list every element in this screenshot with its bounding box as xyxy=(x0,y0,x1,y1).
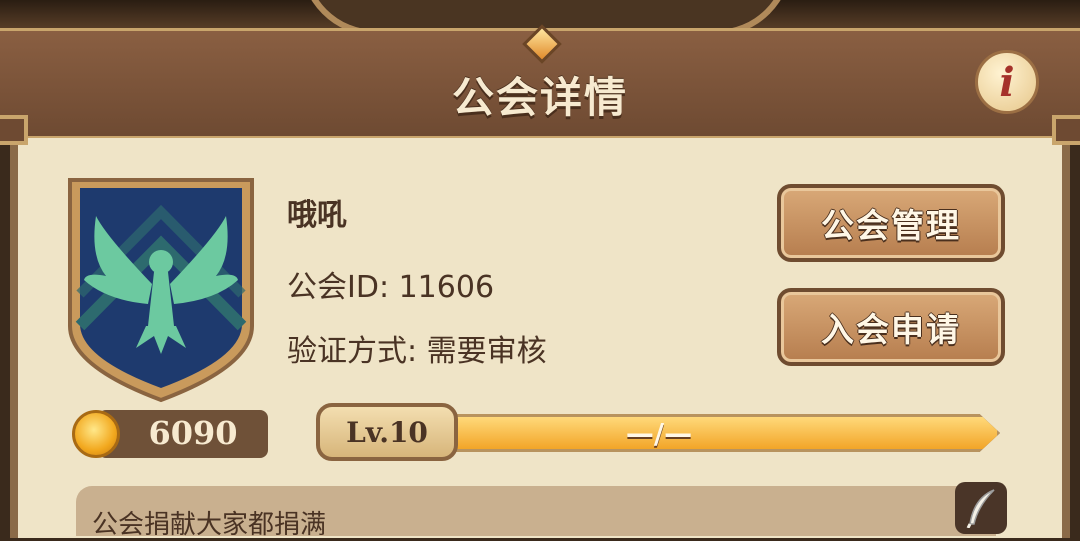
quill-edit-icon[interactable] xyxy=(955,482,1007,534)
coin-value: 6090 xyxy=(148,414,238,452)
coin-icon xyxy=(72,410,120,458)
page-title: 公会详情 xyxy=(451,73,628,122)
guild-name: 哦吼 xyxy=(287,198,347,233)
info-icon[interactable]: i xyxy=(975,50,1039,114)
verify-method: 验证方式: 需要审核 xyxy=(287,334,547,369)
quill-icon xyxy=(966,489,995,528)
panel-corner-right xyxy=(1052,115,1080,145)
join-requests-button[interactable]: 入会申请 xyxy=(777,288,1005,366)
eagle-emblem-icon[interactable] xyxy=(66,176,256,404)
panel-corner-left xyxy=(0,115,28,145)
level-badge: Lv.10 xyxy=(316,403,458,461)
guild-manage-button[interactable]: 公会管理 xyxy=(777,184,1005,262)
guild-id: 公会ID: 11606 xyxy=(287,270,495,305)
